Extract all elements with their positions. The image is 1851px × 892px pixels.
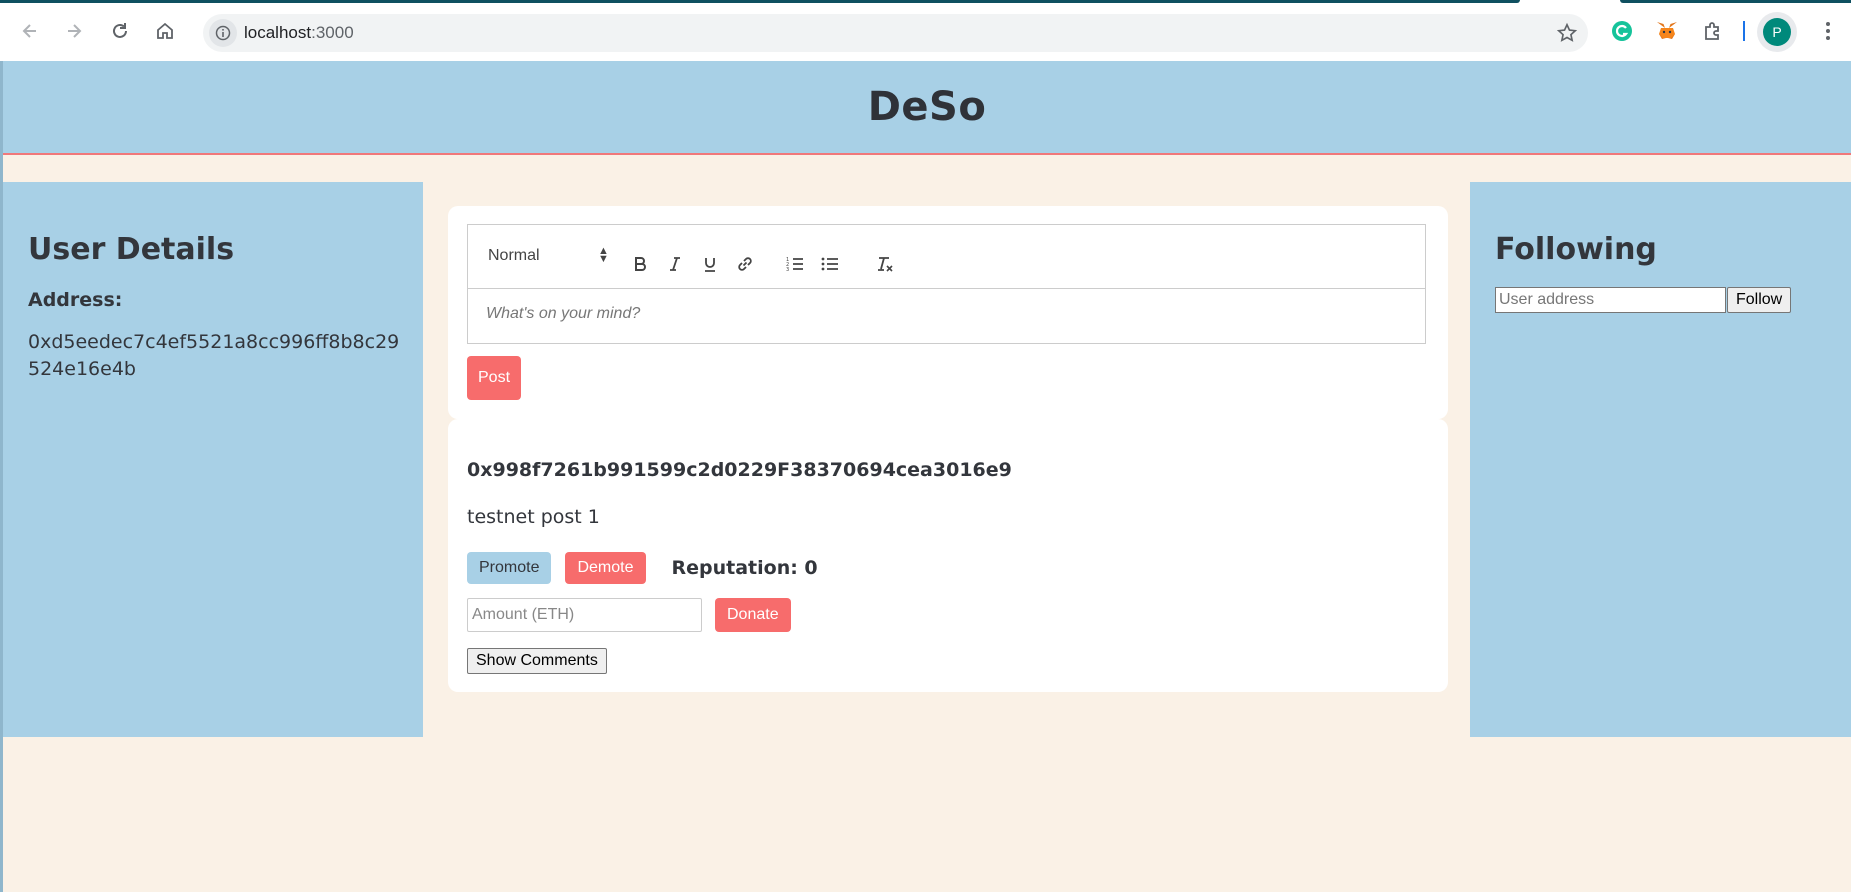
url-host: localhost — [244, 23, 312, 42]
underline-icon[interactable] — [698, 252, 722, 276]
url-text: localhost:3000 — [244, 23, 354, 43]
following-heading: Following — [1495, 232, 1657, 267]
post-composer: Normal ▲ ▼ 123 What's on your mind? Post — [448, 206, 1448, 419]
toolbar-divider — [1743, 21, 1745, 41]
select-arrows-icon: ▲ ▼ — [598, 245, 609, 265]
editor-toolbar: Normal ▲ ▼ 123 — [468, 225, 1425, 289]
grammarly-extension-icon[interactable] — [1609, 18, 1635, 44]
show-comments-button[interactable]: Show Comments — [467, 648, 607, 674]
bullet-list-icon[interactable] — [818, 252, 842, 276]
follow-button[interactable]: Follow — [1727, 287, 1792, 313]
site-info-icon[interactable] — [209, 19, 237, 47]
donate-button[interactable]: Donate — [715, 598, 791, 632]
post-author-address: 0x998f7261b991599c2d0229F38370694cea3016… — [467, 459, 1012, 481]
format-select-value: Normal — [488, 247, 540, 264]
format-select[interactable]: Normal ▲ ▼ — [488, 246, 609, 265]
profile-avatar[interactable]: P — [1757, 12, 1797, 52]
post-button[interactable]: Post — [467, 356, 522, 400]
app-header: DeSo — [3, 61, 1851, 155]
reload-icon[interactable] — [103, 14, 137, 48]
bookmark-star-icon[interactable] — [1556, 22, 1578, 48]
svg-text:3: 3 — [786, 267, 789, 272]
browser-menu-icon[interactable] — [1815, 18, 1841, 44]
post-card: 0x998f7261b991599c2d0229F38370694cea3016… — [448, 419, 1448, 692]
url-port: :3000 — [311, 23, 354, 42]
tab-strip-edge-right — [1620, 0, 1851, 3]
link-icon[interactable] — [733, 252, 757, 276]
rich-text-editor: Normal ▲ ▼ 123 What's on your mind? — [467, 224, 1426, 344]
metamask-extension-icon[interactable] — [1654, 18, 1680, 44]
ordered-list-icon[interactable]: 123 — [783, 252, 807, 276]
address-bar[interactable]: localhost:3000 — [203, 14, 1588, 52]
follow-address-input[interactable] — [1495, 287, 1726, 313]
user-details-panel: User Details Address: 0xd5eedec7c4ef5521… — [3, 182, 423, 737]
donation-amount-input[interactable] — [467, 598, 702, 632]
user-details-heading: User Details — [28, 232, 235, 267]
clear-format-icon[interactable] — [873, 252, 897, 276]
italic-icon[interactable] — [663, 252, 687, 276]
page-viewport: DeSo User Details Address: 0xd5eedec7c4e… — [0, 61, 1851, 892]
address-label: Address: — [28, 289, 123, 311]
following-panel: Following Follow — [1470, 182, 1851, 737]
promote-button[interactable]: Promote — [467, 552, 552, 584]
post-content: testnet post 1 — [467, 506, 600, 528]
follow-row: Follow — [1495, 287, 1826, 313]
post-actions: Promote Demote Reputation: 0 — [467, 552, 818, 584]
browser-toolbar: localhost:3000 P — [0, 0, 1851, 61]
app-title: DeSo — [867, 84, 987, 130]
address-value: 0xd5eedec7c4ef5521a8cc996ff8b8c29524e16e… — [28, 331, 400, 380]
extensions-puzzle-icon[interactable] — [1700, 18, 1726, 44]
donate-row: Donate — [467, 598, 791, 632]
profile-initial: P — [1763, 18, 1791, 46]
demote-button[interactable]: Demote — [565, 552, 646, 584]
home-icon[interactable] — [148, 14, 182, 48]
bold-icon[interactable] — [628, 252, 652, 276]
forward-icon[interactable] — [57, 14, 91, 48]
tab-strip-edge — [0, 0, 1520, 3]
post-text-area[interactable]: What's on your mind? — [468, 289, 1425, 343]
back-icon[interactable] — [13, 14, 47, 48]
reputation-score: Reputation: 0 — [671, 557, 818, 579]
